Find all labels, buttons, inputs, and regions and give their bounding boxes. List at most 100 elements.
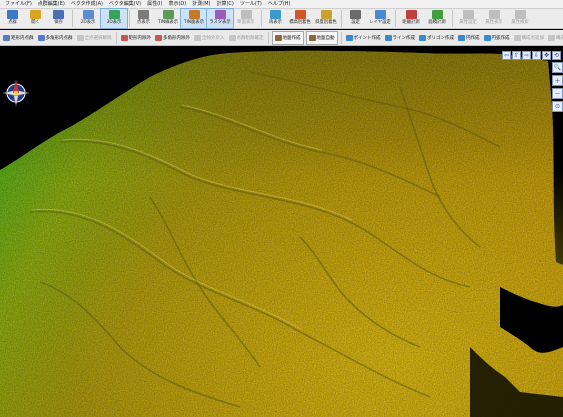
zoom-control-button[interactable]: 🔍 xyxy=(552,62,563,73)
menu-bar: ファイル(F) 点群編集(E) ベクタ作成(A) ベクタ編集(V) 属性(I) 表示(D)… xyxy=(0,0,563,9)
zoom-control-button[interactable]: － xyxy=(552,88,563,99)
toolbar-separator xyxy=(115,31,117,44)
nav-control-button[interactable]: ⇧ xyxy=(512,51,521,60)
deselect-icon xyxy=(76,34,84,41)
nav-control-button[interactable]: ⟲ xyxy=(552,51,561,60)
restore-icon xyxy=(194,34,201,41)
open-icon xyxy=(7,10,18,19)
edit-toolbar-button: 構成点削除 xyxy=(546,31,563,45)
circle-create-icon xyxy=(458,34,465,41)
area-icon xyxy=(431,10,443,19)
menu-item[interactable]: ツール(T) xyxy=(237,0,265,9)
edit-toolbar-button[interactable]: ポリゴン作成 xyxy=(417,31,456,45)
toolbar-button[interactable]: 面積計測 xyxy=(424,9,450,28)
menu-item[interactable]: 点群編集(E) xyxy=(35,0,68,9)
toolbar-button[interactable]: レイヤ設定 xyxy=(367,9,393,28)
toolbar-button[interactable]: 再表示 xyxy=(264,9,287,28)
toolbar-separator xyxy=(340,31,342,44)
menu-item[interactable]: ヘルプ(H) xyxy=(265,0,294,9)
toolbar-button-label: 保存 xyxy=(54,20,63,25)
toolbar-separator xyxy=(261,10,262,27)
menu-item[interactable]: 計算(C) xyxy=(213,0,236,9)
menu-item[interactable]: 属性(I) xyxy=(144,0,165,9)
distance-icon xyxy=(405,10,417,19)
toolbar-separator xyxy=(395,10,396,27)
menu-item[interactable]: 計測(M) xyxy=(189,0,213,9)
terrain-surface xyxy=(0,47,563,417)
edit-toolbar-button[interactable]: ポイント作成 xyxy=(344,31,383,45)
elevation-color-icon xyxy=(294,10,306,19)
vertex-delete-icon xyxy=(548,34,555,41)
edit-toolbar-button-label: 点群削除確定 xyxy=(236,35,264,41)
edit-toolbar-button[interactable]: 地盤作成 xyxy=(271,30,304,45)
toolbar-button[interactable]: 距離計測 xyxy=(398,9,424,28)
main-toolbar: 点群 開く 保存 2D表示 3D表示 点表示 TIN線表示 TIN面表示 ラスタ表示 断面表示 再表… xyxy=(0,8,563,29)
nav-control-button[interactable]: ⇦ xyxy=(502,51,511,60)
toolbar-button-label: 斜度別着色 xyxy=(315,20,337,25)
menu-item[interactable]: ファイル(F) xyxy=(2,0,35,9)
toolbar-button[interactable]: 3D表示 xyxy=(100,8,128,29)
compass-icon xyxy=(2,79,30,107)
toolbar-button[interactable]: 保存 xyxy=(47,9,70,28)
toolbar-button-label: TIN線表示 xyxy=(158,20,178,25)
toolbar-separator xyxy=(72,10,73,27)
edit-toolbar-button[interactable]: 矩形内点群 xyxy=(1,31,36,45)
edit-toolbar-button-label: 矩形内除外 xyxy=(128,35,152,41)
toolbar-button[interactable]: 点群 xyxy=(1,9,24,28)
edit-toolbar-button[interactable]: 多角形内点群 xyxy=(36,31,75,45)
3d-terrain-viewport[interactable]: ⇦ ⇧ ⇨ ⇩ ✥ ⟲ 🔍 ＋ － ⊙ xyxy=(0,47,563,417)
toolbar-button-label: 距離計測 xyxy=(402,20,420,25)
edit-toolbar-button[interactable]: 矩形内除外 xyxy=(119,31,154,45)
zoom-control-button[interactable]: ＋ xyxy=(552,75,563,86)
edit-toolbar-button-label: 多角形内点群 xyxy=(45,35,73,41)
nav-control-button[interactable]: ⇨ xyxy=(522,51,531,60)
zoom-control-button[interactable]: ⊙ xyxy=(552,101,563,112)
edit-toolbar-button[interactable]: 円弧作成 xyxy=(482,31,512,45)
toolbar-button-label: 属性設定 xyxy=(459,20,477,25)
edit-toolbar-button[interactable]: 円作成 xyxy=(456,31,482,45)
attribute-view-icon xyxy=(488,10,500,19)
nav-control-button[interactable]: ✥ xyxy=(542,51,551,60)
edit-toolbar-button[interactable]: ライン作成 xyxy=(383,31,418,45)
toolbar-button: 属性設定 xyxy=(455,9,481,28)
toolbar-button[interactable]: 斜度別着色 xyxy=(313,9,339,28)
toolbar-button-label: 3D表示 xyxy=(106,20,122,25)
toolbar-button[interactable]: TIN線表示 xyxy=(155,9,181,28)
edit-toolbar-button[interactable]: 地盤自動 xyxy=(305,30,338,45)
toolbar-separator xyxy=(452,10,453,27)
toolbar-button[interactable]: 設定 xyxy=(344,9,367,28)
toolbar-button-label: 再表示 xyxy=(269,20,282,25)
raster-icon xyxy=(214,10,226,19)
edit-toolbar-button-label: 円作成 xyxy=(466,35,480,41)
2d-view-icon xyxy=(82,10,94,19)
toolbar-button[interactable]: ラスタ表示 xyxy=(206,8,234,29)
edit-toolbar-button-label: ライン作成 xyxy=(392,35,416,41)
edit-toolbar-button: 全点選択解除 xyxy=(75,31,114,45)
toolbar-button[interactable]: TIN面表示 xyxy=(180,8,208,29)
menu-item[interactable]: ベクタ作成(A) xyxy=(68,0,106,9)
toolbar-button-label: 開く xyxy=(31,20,40,25)
toolbar-button[interactable]: 2D表示 xyxy=(75,9,101,28)
edit-toolbar-button-label: 矩形内点群 xyxy=(11,35,34,41)
edit-toolbar-button-label: 円弧作成 xyxy=(491,35,510,41)
menu-item[interactable]: 表示(D) xyxy=(165,0,189,9)
edit-toolbar: 矩形内点群 多角形内点群 全点選択解除 矩形内除外 多角形内除外 全除外戻入 点群削除確定 地… xyxy=(0,30,563,46)
menu-item[interactable]: ベクタ編集(V) xyxy=(106,0,144,9)
ground-auto-icon xyxy=(308,34,316,41)
toolbar-button[interactable]: 点表示 xyxy=(132,9,155,28)
toolbar-separator xyxy=(129,10,130,27)
tin-line-icon xyxy=(162,10,174,19)
toolbar-button: 断面表示 xyxy=(233,9,259,28)
toolbar-button: 属性検索 xyxy=(507,9,533,28)
nav-control-button[interactable]: ⇩ xyxy=(532,51,541,60)
edit-toolbar-button[interactable]: 多角形内除外 xyxy=(153,31,192,45)
toolbar-button[interactable]: 開く xyxy=(24,9,47,28)
toolbar-button-label: 点群 xyxy=(8,20,17,25)
arc-create-icon xyxy=(483,34,491,41)
edit-toolbar-button-label: 構成点追加 xyxy=(521,35,545,41)
point-display-icon xyxy=(138,10,149,19)
polygon-create-icon xyxy=(419,34,426,41)
point-create-icon xyxy=(345,34,353,41)
toolbar-button-label: レイヤ設定 xyxy=(369,20,391,25)
toolbar-button[interactable]: 標高別着色 xyxy=(287,9,313,28)
